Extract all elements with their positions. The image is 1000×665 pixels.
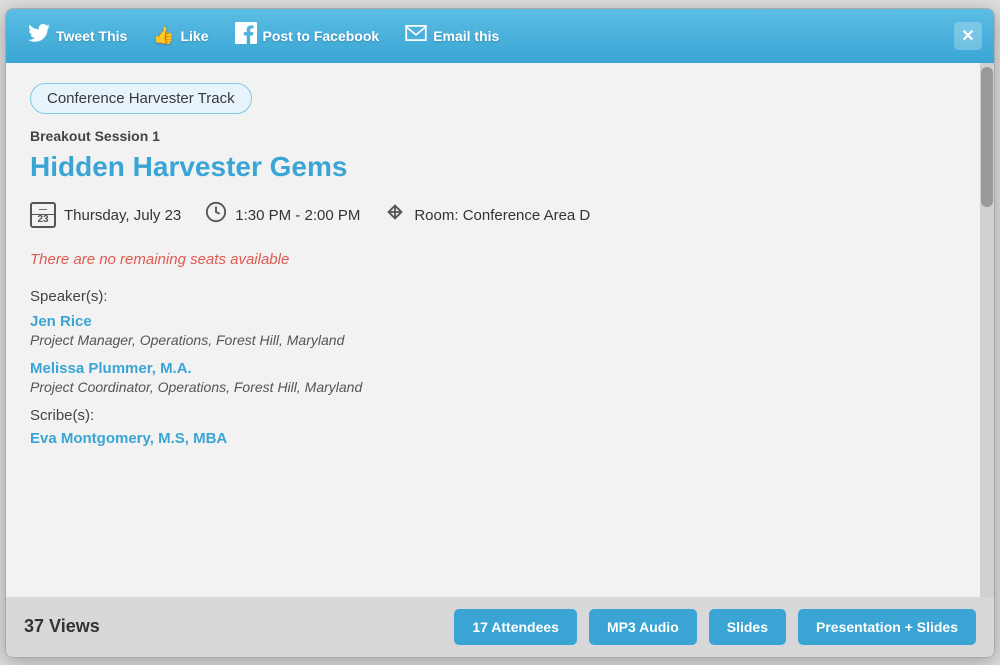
- location-icon: [384, 201, 406, 229]
- thumbsup-icon: 👍: [153, 26, 174, 46]
- speaker-item-2: Melissa Plummer, M.A. Project Coordinato…: [30, 360, 956, 395]
- calendar-icon: — 23: [30, 202, 56, 228]
- close-button[interactable]: ✕: [954, 22, 982, 50]
- email-icon: [405, 25, 427, 46]
- time-meta: 1:30 PM - 2:00 PM: [205, 201, 360, 229]
- clock-icon: [205, 201, 227, 229]
- scrollbar-track[interactable]: [980, 63, 994, 597]
- speaker-1-title: Project Manager, Operations, Forest Hill…: [30, 332, 956, 348]
- no-seats-message: There are no remaining seats available: [30, 251, 956, 268]
- meta-row: — 23 Thursday, July 23 1:30 PM - 2:00 PM: [30, 201, 956, 229]
- email-button[interactable]: Email this: [395, 19, 509, 52]
- date-meta: — 23 Thursday, July 23: [30, 202, 181, 228]
- speakers-label: Speaker(s):: [30, 288, 956, 305]
- twitter-icon: [28, 24, 50, 47]
- content-wrapper: Conference Harvester Track Breakout Sess…: [6, 63, 994, 597]
- scrollbar-thumb[interactable]: [981, 67, 993, 207]
- facebook-button[interactable]: Post to Facebook: [225, 16, 390, 55]
- session-label: Breakout Session 1: [30, 128, 956, 144]
- room-meta: Room: Conference Area D: [384, 201, 590, 229]
- speaker-2-name: Melissa Plummer, M.A.: [30, 360, 956, 377]
- speakers-section: Speaker(s): Jen Rice Project Manager, Op…: [30, 288, 956, 395]
- facebook-label: Post to Facebook: [263, 28, 380, 44]
- presentation-button[interactable]: Presentation + Slides: [798, 609, 976, 645]
- like-label: Like: [180, 28, 208, 44]
- main-content: Conference Harvester Track Breakout Sess…: [6, 63, 980, 597]
- session-title: Hidden Harvester Gems: [30, 150, 956, 184]
- scribe-1-name: Eva Montgomery, M.S, MBA: [30, 430, 956, 447]
- attendees-button[interactable]: 17 Attendees: [454, 609, 577, 645]
- views-count: 37 Views: [24, 616, 442, 637]
- tweet-button[interactable]: Tweet This: [18, 18, 137, 53]
- date-text: Thursday, July 23: [64, 207, 181, 224]
- time-text: 1:30 PM - 2:00 PM: [235, 207, 360, 224]
- like-button[interactable]: 👍 Like: [143, 20, 218, 52]
- email-label: Email this: [433, 28, 499, 44]
- speaker-2-title: Project Coordinator, Operations, Forest …: [30, 379, 956, 395]
- scribes-label: Scribe(s):: [30, 407, 956, 424]
- speaker-1-name: Jen Rice: [30, 313, 956, 330]
- speaker-item-1: Jen Rice Project Manager, Operations, Fo…: [30, 313, 956, 348]
- scribes-section: Scribe(s): Eva Montgomery, M.S, MBA: [30, 407, 956, 447]
- tweet-label: Tweet This: [56, 28, 127, 44]
- topbar: Tweet This 👍 Like Post to Facebook: [6, 9, 994, 63]
- bottombar: 37 Views 17 Attendees MP3 Audio Slides P…: [6, 597, 994, 657]
- slides-button[interactable]: Slides: [709, 609, 786, 645]
- main-window: Tweet This 👍 Like Post to Facebook: [5, 8, 995, 658]
- mp3-button[interactable]: MP3 Audio: [589, 609, 697, 645]
- facebook-icon: [235, 22, 257, 49]
- topbar-actions: Tweet This 👍 Like Post to Facebook: [18, 16, 954, 55]
- room-text: Room: Conference Area D: [414, 207, 590, 224]
- track-badge: Conference Harvester Track: [30, 83, 252, 114]
